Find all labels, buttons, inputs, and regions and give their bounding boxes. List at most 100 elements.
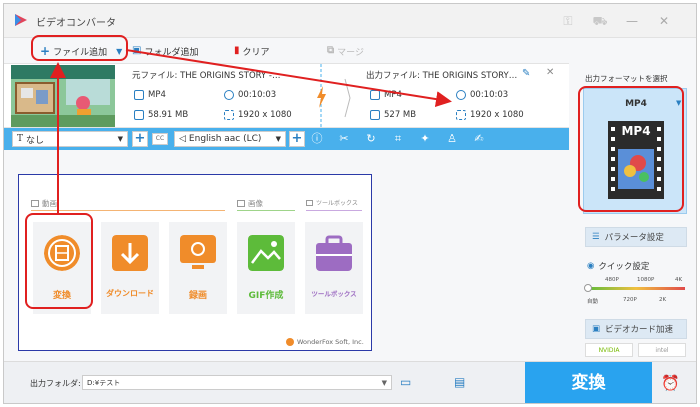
section-tools: ツールボックス [306,198,358,207]
chevron-down-icon: ▼ [117,135,123,143]
effects-icon[interactable]: ✦ [418,132,432,146]
film-icon [370,90,380,100]
alarm-clock-icon[interactable]: ⏰ [661,374,680,392]
quality-1080p: 1080P [637,277,655,283]
chevron-right-icon [344,78,351,118]
convert-button[interactable]: 変換 [525,362,652,403]
title-bar: ビデオコンバータ ⚿ ⛟ — ✕ [4,4,696,38]
rotate-icon[interactable]: ↻ [364,132,378,146]
info-icon[interactable]: ⓘ [310,132,324,146]
add-folder-label: フォルダ追加 [144,47,199,58]
quick-settings-label: クイック設定 [598,262,650,272]
output-folder-label: 出力フォルダ: [30,379,81,388]
merge-button[interactable]: ⧉ マージ [327,43,364,59]
remove-item-icon[interactable]: ✕ [546,67,554,78]
source-resolution: 1920 x 1080 [224,110,292,120]
quality-slider[interactable] [587,287,685,290]
cc-icon[interactable]: CC [152,133,168,145]
source-file-label: 元ファイル: THE ORIGINS STORY -… [132,71,281,81]
edit-control-bar: T なし ▼ + CC ◁ English aac (LC) ▼ + ⓘ ✂ ↻ ⌗… [4,128,569,150]
tile-record[interactable]: 録画 [169,222,227,314]
tile-record-label: 録画 [188,291,207,301]
subtitle-select[interactable]: T なし ▼ [12,131,128,147]
tools-section-icon [306,199,313,206]
audio-value: English aac (LC) [188,134,262,144]
quality-bottom-labels: 自動 720P 2K [587,297,687,305]
subtitle-edit-icon[interactable]: ✍ [472,132,486,146]
subtitle-value: なし [26,135,45,146]
audio-select[interactable]: ◁ English aac (LC) ▼ [174,131,286,147]
quality-auto: 自動 [587,299,599,305]
minimize-icon[interactable]: — [624,13,640,29]
browse-folder-icon[interactable]: ▭ [400,375,411,389]
section-video-label: 動画 [42,199,57,208]
section-image-label: 画像 [248,199,263,208]
source-format-value: MP4 [148,90,166,100]
source-format: MP4 [134,90,166,100]
trash-icon: ▮ [234,45,240,56]
cart-icon[interactable]: ⛟ [592,13,608,29]
clock-icon [456,90,466,100]
intel-toggle[interactable]: intel [638,343,686,357]
text-icon: T [17,134,24,144]
watermark-icon[interactable]: ♙ [445,132,459,146]
open-folder-icon[interactable]: ▤ [454,375,465,389]
speaker-icon: ◁ [179,134,186,144]
annotation-add-file-highlight [31,35,128,61]
output-duration-value: 00:10:03 [470,90,509,100]
tile-gif-label: GIF作成 [248,291,284,301]
thumbnail-image [11,65,115,127]
tile-download[interactable]: ダウンロード [101,222,159,314]
merge-icon: ⧉ [327,45,335,56]
file-size-icon [370,110,380,120]
nvidia-toggle[interactable]: NVIDIA [585,343,633,357]
cut-icon[interactable]: ✂ [337,132,351,146]
section-video: 動画 [31,198,57,209]
convert-arrow-icon [317,64,326,127]
video-thumbnail [11,65,115,127]
parameter-settings-button[interactable]: ☰ パラメータ設定 [585,227,687,247]
output-size: 527 MB [370,110,416,120]
quality-slider-handle[interactable] [584,284,592,292]
download-icon [112,235,148,271]
section-tools-line [306,210,362,211]
annotation-convert-tile-highlight [25,213,93,309]
quality-4k: 4K [675,277,683,283]
clear-button[interactable]: ▮ クリア [234,43,270,59]
output-format-value: MP4 [384,90,402,100]
resolution-icon [224,110,234,120]
gpu-acceleration-label: ビデオカード加速 [605,325,674,335]
tile-toolbox[interactable]: ツールボックス [305,222,363,314]
clock-icon [224,90,234,100]
image-section-icon [237,200,245,207]
add-subtitle-button[interactable]: + [132,131,148,147]
screen-record-icon [180,235,216,269]
add-folder-button[interactable]: ▣ フォルダ追加 [132,43,198,59]
merge-label: マージ [337,47,364,58]
edit-icon[interactable]: ✎ [522,68,530,79]
add-audio-button[interactable]: + [289,131,305,147]
output-folder-value: D:¥テスト [87,378,121,387]
crop-icon[interactable]: ⌗ [391,132,405,146]
key-icon[interactable]: ⚿ [560,13,576,29]
tile-gif[interactable]: GIF作成 [237,222,295,314]
credit-text: WonderFox Soft, Inc. [297,338,364,346]
file-item-row[interactable]: 元ファイル: THE ORIGINS STORY -… MP4 00:10:03… [4,63,569,128]
bottom-bar: 出力フォルダ: D:¥テスト ▼ ▭ ▤ 変換 ⏰ [4,361,696,403]
source-duration-value: 00:10:03 [238,90,277,100]
quality-480p: 480P [605,277,619,283]
sliders-icon: ☰ [592,232,600,242]
output-resolution: 1920 x 1080 [456,110,524,120]
output-file-label: 出力ファイル: THE ORIGINS STORY… [366,71,518,81]
tile-toolbox-label: ツールボックス [311,290,357,298]
output-folder-select[interactable]: D:¥テスト ▼ [82,375,392,390]
section-image: 画像 [237,198,263,209]
resolution-icon [456,110,466,120]
file-size-icon [134,110,144,120]
close-icon[interactable]: ✕ [656,13,672,29]
format-title: 出力フォーマットを選択 [585,74,668,83]
gpu-acceleration-button[interactable]: ▣ ビデオカード加速 [585,319,687,339]
film-icon [134,90,144,100]
video-section-icon [31,200,39,207]
source-resolution-value: 1920 x 1080 [238,110,292,120]
